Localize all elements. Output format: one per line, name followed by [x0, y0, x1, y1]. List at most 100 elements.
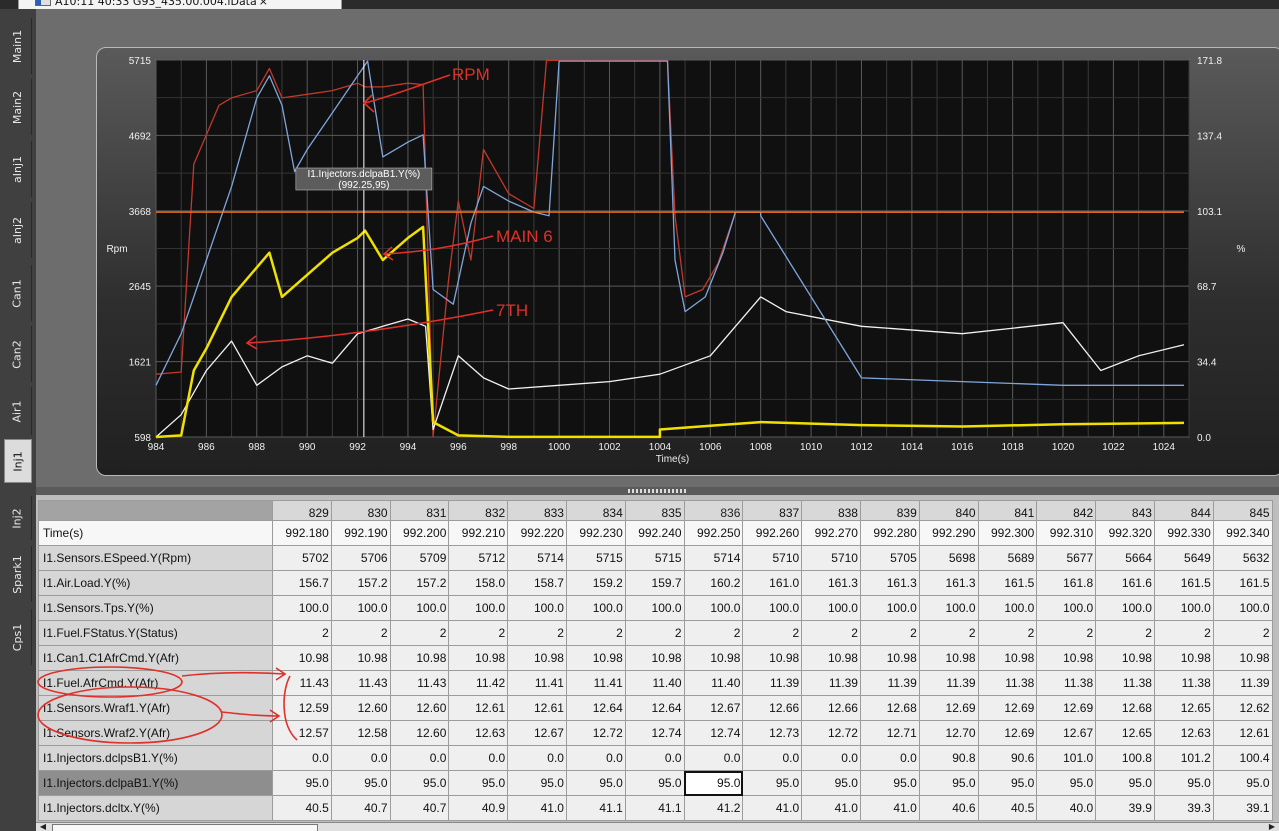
grid-cell[interactable]: 100.0: [272, 595, 332, 621]
grid-cell[interactable]: 100.4: [1212, 745, 1273, 771]
grid-cell[interactable]: 0.0: [448, 745, 509, 771]
grid-cell[interactable]: 157.2: [330, 570, 391, 596]
grid-cell[interactable]: 10.98: [1153, 645, 1214, 671]
scroll-left-icon[interactable]: ◀: [36, 823, 50, 831]
grid-cell[interactable]: 41.2: [683, 795, 744, 821]
grid-cell[interactable]: 2: [683, 620, 744, 646]
grid-cell[interactable]: 12.69: [918, 695, 979, 721]
grid-cell[interactable]: 992.200: [389, 520, 450, 546]
grid-cell[interactable]: 12.61: [1212, 720, 1273, 746]
grid-cell[interactable]: 12.74: [683, 720, 744, 746]
grid-cell[interactable]: 100.0: [977, 595, 1038, 621]
grid-cell[interactable]: 12.65: [1095, 720, 1155, 746]
grid-cell[interactable]: 12.69: [977, 720, 1038, 746]
grid-cell[interactable]: 992.220: [507, 520, 567, 546]
grid-cell[interactable]: 992.310: [1036, 520, 1097, 546]
scrollbar-thumb[interactable]: [52, 824, 318, 831]
grid-cell[interactable]: 101.2: [1153, 745, 1214, 771]
grid-cell[interactable]: 0.0: [801, 745, 861, 771]
grid-cell[interactable]: 95.0: [1095, 770, 1155, 796]
grid-cell[interactable]: 2: [1212, 620, 1273, 646]
column-header-839[interactable]: 839: [859, 500, 920, 521]
row-label[interactable]: I1.Injectors.dcltx.Y(%): [38, 795, 273, 821]
grid-cell[interactable]: 12.61: [448, 695, 509, 721]
grid-cell[interactable]: 2: [859, 620, 920, 646]
grid-cell[interactable]: 12.62: [1212, 695, 1273, 721]
side-tab-ainj2[interactable]: aInj2: [4, 202, 32, 258]
grid-cell[interactable]: 161.3: [801, 570, 861, 596]
grid-cell[interactable]: 40.5: [977, 795, 1038, 821]
grid-cell[interactable]: 39.1: [1212, 795, 1273, 821]
grid-cell[interactable]: 100.0: [1153, 595, 1214, 621]
table-row[interactable]: I1.Can1.C1AfrCmd.Y(Afr) 10.98 10.98 10.98 10…: [38, 645, 1273, 671]
grid-cell[interactable]: 10.98: [507, 645, 567, 671]
grid-cell[interactable]: 12.72: [565, 720, 626, 746]
grid-cell[interactable]: 10.98: [389, 645, 450, 671]
grid-cell[interactable]: 40.9: [448, 795, 509, 821]
grid-cell[interactable]: 10.98: [742, 645, 803, 671]
table-row[interactable]: I1.Injectors.dclpaB1.Y(%) 95.0 95.0 95.0 95.…: [38, 770, 1273, 796]
side-tab-main2[interactable]: Main2: [4, 79, 32, 135]
grid-cell[interactable]: 5715: [624, 545, 685, 571]
grid-cell[interactable]: 95.0: [507, 770, 567, 796]
grid-cell[interactable]: 10.98: [565, 645, 626, 671]
grid-cell[interactable]: 95.0: [1036, 770, 1097, 796]
grid-cell[interactable]: 95.0: [1212, 770, 1273, 796]
column-header-843[interactable]: 843: [1095, 500, 1155, 521]
grid-cell[interactable]: 100.0: [1095, 595, 1155, 621]
grid-cell[interactable]: 2: [801, 620, 861, 646]
row-label[interactable]: I1.Injectors.dclpsB1.Y(%): [38, 745, 273, 771]
grid-cell[interactable]: 11.38: [977, 670, 1038, 696]
grid-cell[interactable]: 41.1: [565, 795, 626, 821]
grid-cell[interactable]: 100.0: [507, 595, 567, 621]
row-label[interactable]: I1.Air.Load.Y(%): [38, 570, 273, 596]
column-header-841[interactable]: 841: [977, 500, 1038, 521]
grid-cell[interactable]: 11.42: [448, 670, 509, 696]
grid-cell[interactable]: 2: [918, 620, 979, 646]
grid-cell[interactable]: 12.60: [330, 695, 391, 721]
grid-cell[interactable]: 11.39: [859, 670, 920, 696]
grid-cell[interactable]: 161.5: [977, 570, 1038, 596]
chart-frame[interactable]: 984 986 988 990 992 994 996 998 1000 1002 1004 1006…: [96, 47, 1279, 476]
grid-cell[interactable]: 100.0: [565, 595, 626, 621]
grid-cell[interactable]: 10.98: [801, 645, 861, 671]
grid-cell[interactable]: 5710: [742, 545, 803, 571]
grid-cell[interactable]: 101.0: [1036, 745, 1097, 771]
grid-cell[interactable]: 10.98: [272, 645, 332, 671]
grid-cell[interactable]: 2: [272, 620, 332, 646]
grid-cell[interactable]: 100.0: [859, 595, 920, 621]
grid-cell[interactable]: 41.0: [801, 795, 861, 821]
grid-cell[interactable]: 11.38: [1095, 670, 1155, 696]
grid-cell[interactable]: 0.0: [565, 745, 626, 771]
grid-cell[interactable]: 2: [507, 620, 567, 646]
grid-cell[interactable]: 2: [624, 620, 685, 646]
grid-cell[interactable]: 12.70: [918, 720, 979, 746]
grid-cell[interactable]: 992.240: [624, 520, 685, 546]
grid-cell[interactable]: 2: [1036, 620, 1097, 646]
grid-cell[interactable]: 10.98: [683, 645, 744, 671]
grid-cell[interactable]: 100.0: [448, 595, 509, 621]
scroll-right-icon[interactable]: ▶: [1265, 823, 1279, 831]
grid-cell[interactable]: 100.0: [918, 595, 979, 621]
side-tab-main1[interactable]: Main1: [4, 18, 32, 74]
grid-cell[interactable]: 5702: [272, 545, 332, 571]
grid-cell[interactable]: 12.60: [389, 695, 450, 721]
grid-cell[interactable]: 5714: [507, 545, 567, 571]
grid-cell[interactable]: 12.67: [1036, 720, 1097, 746]
grid-cell[interactable]: 992.300: [977, 520, 1038, 546]
grid-cell[interactable]: 12.67: [507, 720, 567, 746]
row-label[interactable]: I1.Injectors.dclpaB1.Y(%): [38, 770, 273, 796]
grid-cell[interactable]: 5649: [1153, 545, 1214, 571]
grid-cell[interactable]: 11.38: [1036, 670, 1097, 696]
grid-cell[interactable]: 161.0: [742, 570, 803, 596]
grid-cell[interactable]: 992.190: [330, 520, 391, 546]
grid-cell[interactable]: 10.98: [1095, 645, 1155, 671]
side-tab-cps1[interactable]: Cps1: [4, 609, 32, 665]
grid-cell[interactable]: 156.7: [272, 570, 332, 596]
grid-cell[interactable]: 10.98: [859, 645, 920, 671]
grid-cell[interactable]: 11.43: [389, 670, 450, 696]
grid-cell[interactable]: 161.5: [1153, 570, 1214, 596]
column-header-833[interactable]: 833: [507, 500, 567, 521]
grid-cell[interactable]: 0.0: [330, 745, 391, 771]
grid-cell[interactable]: 95.0: [330, 770, 391, 796]
